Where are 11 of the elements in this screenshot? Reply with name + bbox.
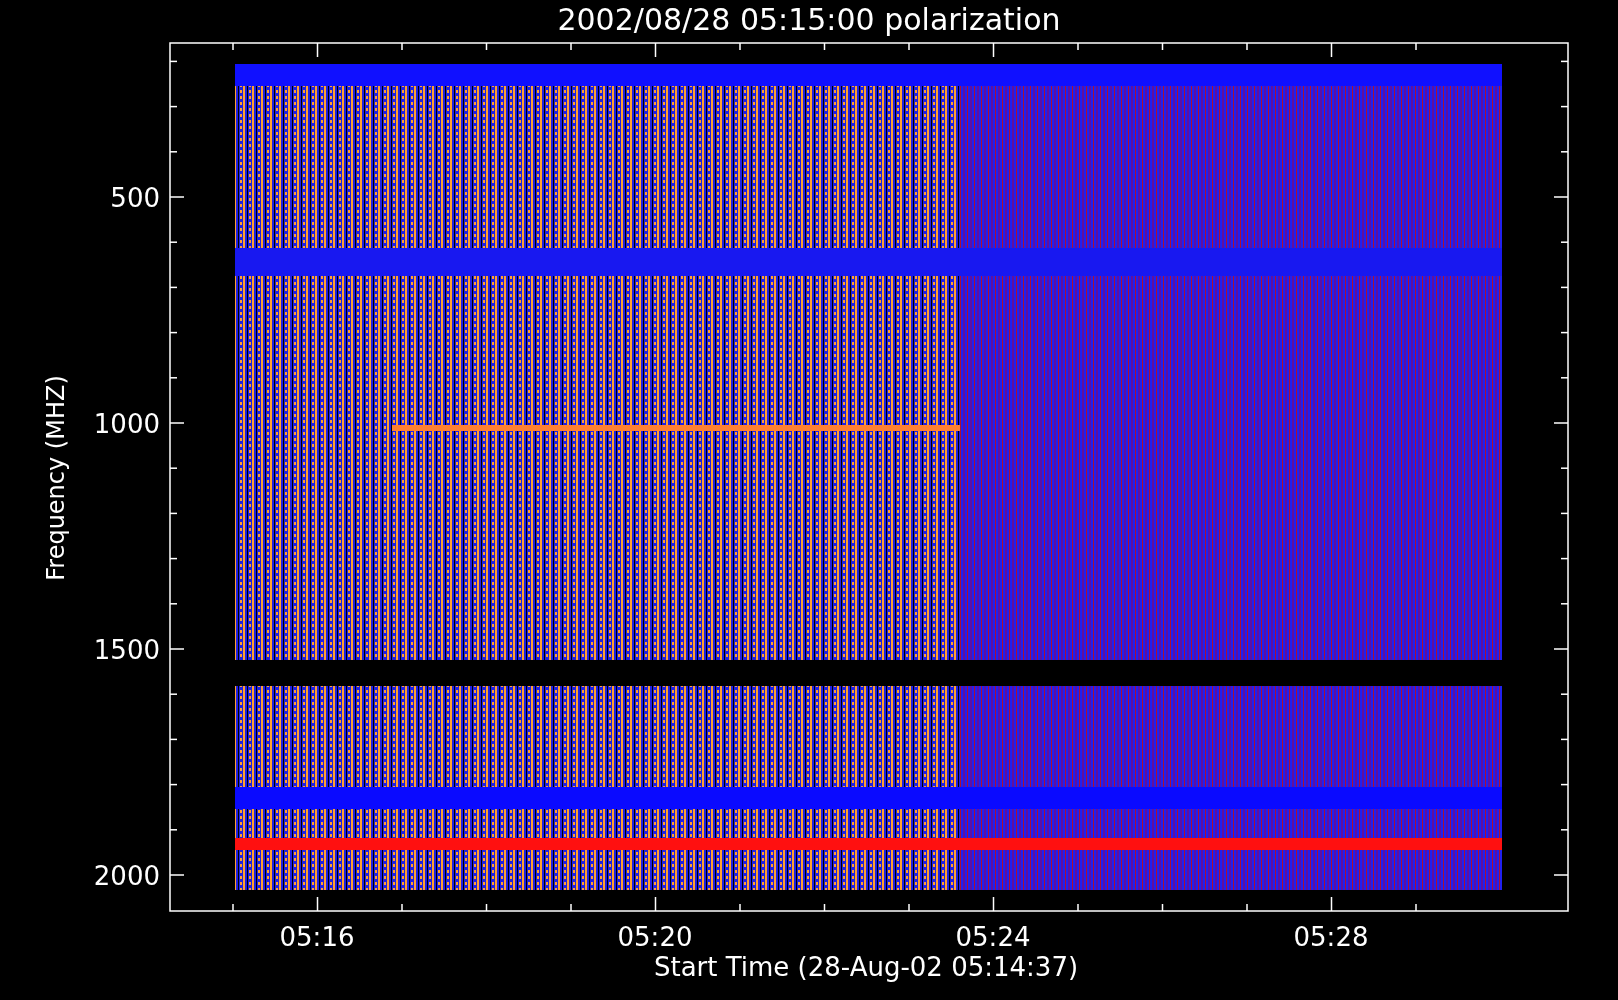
y-tick-label: 500 bbox=[110, 183, 160, 213]
y-tick-label: 1000 bbox=[93, 409, 160, 439]
y-tick-label: 2000 bbox=[93, 861, 160, 891]
y-tick-label: 1500 bbox=[93, 635, 160, 665]
x-tick-label: 05:20 bbox=[617, 922, 693, 952]
plot-title: 2002/08/28 05:15:00 polarization bbox=[557, 2, 1061, 37]
x-axis-label: Start Time (28-Aug-02 05:14:37) bbox=[653, 952, 1079, 982]
x-tick-label: 05:16 bbox=[279, 922, 355, 952]
x-tick-label: 05:28 bbox=[1293, 922, 1369, 952]
x-tick-label: 05:24 bbox=[955, 922, 1031, 952]
y-axis-label: Frequency (MHZ) bbox=[42, 375, 70, 581]
